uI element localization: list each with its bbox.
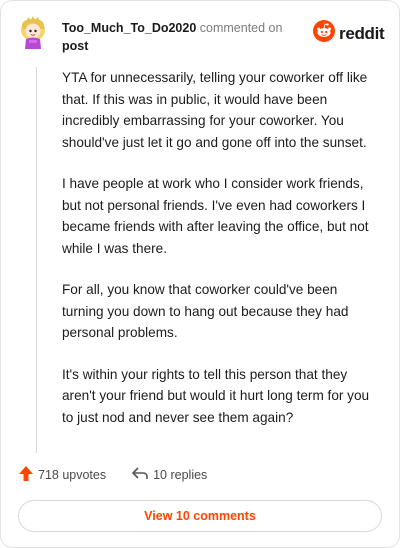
comment-card: Too_Much_To_Do2020 commented on post red… bbox=[0, 0, 400, 548]
upvote-count: 718 upvotes bbox=[38, 468, 107, 482]
comment-body: YTA for unnecessarily, telling your cowo… bbox=[62, 67, 382, 448]
comment-paragraph: For all, you know that coworker could've… bbox=[62, 282, 349, 340]
avatar[interactable] bbox=[17, 15, 49, 51]
reddit-wordmark: reddit bbox=[339, 23, 385, 43]
post-link[interactable]: post bbox=[62, 39, 88, 53]
commented-on-text: commented on bbox=[199, 21, 283, 35]
reply-arrow-icon bbox=[132, 467, 153, 483]
comment-header: Too_Much_To_Do2020 commented on post bbox=[62, 19, 282, 55]
view-comments-button[interactable]: View 10 comments bbox=[18, 500, 382, 532]
reddit-alien-icon bbox=[313, 20, 335, 47]
comment-actions: 718 upvotes 10 replies bbox=[19, 466, 207, 484]
comment-paragraph: I have people at work who I consider wor… bbox=[62, 176, 369, 256]
upvote-arrow-icon bbox=[19, 466, 38, 484]
username[interactable]: Too_Much_To_Do2020 bbox=[62, 21, 196, 35]
replies-button[interactable]: 10 replies bbox=[132, 467, 207, 483]
reddit-logo[interactable]: reddit bbox=[313, 20, 385, 47]
upvote-button[interactable]: 718 upvotes bbox=[19, 466, 106, 484]
comment-paragraph: It's within your rights to tell this per… bbox=[62, 366, 370, 425]
comment-paragraph: YTA for unnecessarily, telling your cowo… bbox=[62, 70, 368, 150]
thread-line bbox=[36, 67, 37, 453]
reply-count: 10 replies bbox=[153, 468, 208, 482]
